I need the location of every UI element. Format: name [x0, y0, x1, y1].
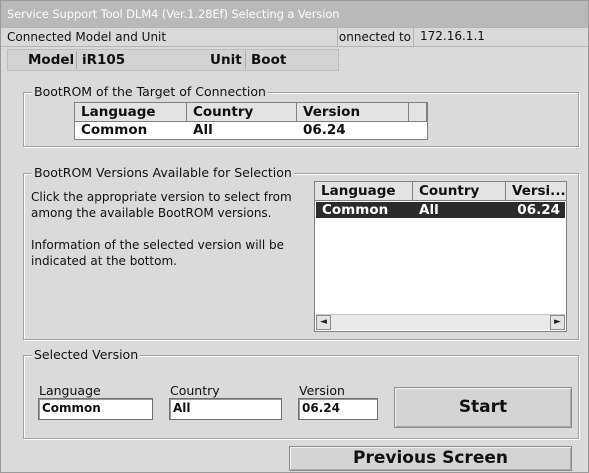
connection-divider — [337, 28, 338, 46]
connected-to-label: Connected to — [339, 30, 411, 44]
connection-title: Connected Model and Unit — [7, 30, 167, 44]
model-unit-strip: Model iR105 Unit Boot — [7, 49, 339, 71]
start-button[interactable]: Start — [394, 387, 572, 428]
available-col-language[interactable]: Language — [315, 182, 413, 201]
scroll-left-icon[interactable]: ◄ — [316, 315, 331, 330]
selected-version-field: 06.24 — [298, 398, 378, 420]
available-cell-version: 06.24 — [517, 202, 560, 218]
model-value: iR105 — [76, 51, 186, 69]
connection-strip: Connected Model and Unit Connected to 17… — [1, 27, 588, 47]
selected-version-group: Selected Version Language Common Country… — [23, 347, 579, 439]
selected-country-field: All — [169, 398, 282, 420]
scroll-right-icon[interactable]: ► — [550, 315, 565, 330]
available-col-country[interactable]: Country — [413, 182, 506, 201]
available-cell-language: Common — [322, 202, 389, 218]
list-item[interactable]: Common All 06.24 — [316, 202, 565, 218]
target-cell-country: All — [193, 122, 213, 138]
model-label: Model — [28, 52, 75, 68]
available-description-info: Information of the selected version will… — [31, 238, 285, 268]
available-col-version[interactable]: Versi... — [506, 182, 566, 201]
selected-language-field: Common — [38, 398, 153, 420]
target-group-title: BootROM of the Target of Connection — [32, 84, 268, 100]
target-cell-version: 06.24 — [303, 122, 346, 138]
connected-ip-value: 172.16.1.1 — [413, 28, 588, 46]
unit-label: Unit — [210, 52, 242, 68]
target-col-filler — [409, 103, 427, 122]
selected-version-label: Version — [299, 383, 345, 398]
horizontal-scrollbar[interactable]: ◄ ► — [316, 314, 565, 330]
available-cell-country: All — [419, 202, 439, 218]
target-col-language[interactable]: Language — [75, 103, 187, 122]
target-bootrom-table: Language Country Version Common All 06.2… — [74, 102, 428, 140]
selected-country-label: Country — [170, 383, 220, 398]
window-title-bar: Service Support Tool DLM4 (Ver.1.28Ef) S… — [1, 1, 588, 27]
selected-group-title: Selected Version — [32, 347, 141, 363]
previous-screen-button[interactable]: Previous Screen — [289, 446, 572, 471]
target-cell-language: Common — [81, 122, 148, 138]
unit-value: Boot — [245, 51, 339, 69]
available-description-select: Click the appropriate version to select … — [31, 190, 292, 220]
available-bootrom-group: BootROM Versions Available for Selection… — [23, 165, 579, 340]
target-col-country[interactable]: Country — [187, 103, 297, 122]
available-group-title: BootROM Versions Available for Selection — [32, 165, 294, 181]
target-bootrom-group: BootROM of the Target of Connection Lang… — [23, 84, 579, 147]
target-col-version[interactable]: Version — [297, 103, 409, 122]
dlm4-window: Service Support Tool DLM4 (Ver.1.28Ef) S… — [0, 0, 589, 473]
window-title: Service Support Tool DLM4 (Ver.1.28Ef) S… — [7, 7, 340, 21]
available-versions-list[interactable]: Language Country Versi... Common All 06.… — [314, 181, 567, 332]
selected-language-label: Language — [39, 383, 101, 398]
